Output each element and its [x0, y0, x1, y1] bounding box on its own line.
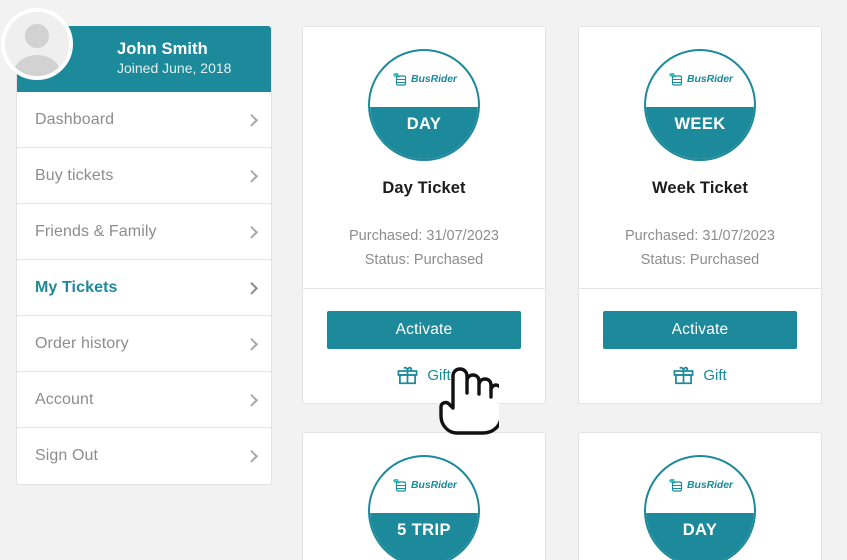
ticket-card-footer: Activate Gift	[303, 288, 545, 403]
app-root: John Smith Joined June, 2018 Dashboard Bu…	[0, 0, 847, 560]
busrider-logo-icon	[393, 478, 407, 492]
ticket-badge-type-area: 5 TRIP	[370, 513, 478, 560]
activate-button[interactable]: Activate	[327, 311, 521, 349]
brand-logo-text: BusRider	[687, 73, 733, 85]
ticket-purchased-date: Purchased: 31/07/2023	[625, 228, 775, 244]
gift-icon	[673, 366, 694, 385]
avatar	[1, 8, 73, 80]
gift-icon	[397, 366, 418, 385]
sidebar-item-label: Friends & Family	[35, 222, 157, 240]
sidebar-item-label: My Tickets	[35, 278, 118, 296]
sidebar-item-buy-tickets[interactable]: Buy tickets	[17, 148, 271, 204]
sidebar-user-header: John Smith Joined June, 2018	[1, 8, 271, 92]
gift-button[interactable]: Gift	[603, 366, 797, 385]
ticket-badge-logo-area: BusRider	[370, 51, 478, 107]
ticket-title: Day Ticket	[382, 179, 466, 197]
ticket-badge-logo-area: BusRider	[646, 457, 754, 513]
chevron-right-icon	[245, 281, 259, 295]
ticket-title: Week Ticket	[652, 179, 748, 197]
ticket-badge: BusRider DAY	[644, 455, 756, 560]
ticket-badge-type-area: DAY	[370, 107, 478, 159]
gift-button-label: Gift	[703, 367, 727, 384]
sidebar-item-label: Account	[35, 390, 94, 408]
ticket-card[interactable]: BusRider DAY	[578, 432, 822, 560]
sidebar: John Smith Joined June, 2018 Dashboard Bu…	[1, 8, 272, 485]
chevron-right-icon	[245, 337, 259, 351]
brand-logo: BusRider	[667, 478, 733, 493]
ticket-purchased-date: Purchased: 31/07/2023	[349, 228, 499, 244]
ticket-badge: BusRider DAY	[368, 49, 480, 161]
ticket-card-grid: BusRider DAY Day Ticket Purchased: 31/07/20…	[302, 26, 826, 560]
ticket-card[interactable]: BusRider WEEK Week Ticket Purchased: 31/07/…	[578, 26, 822, 404]
sidebar-item-my-tickets[interactable]: My Tickets	[17, 260, 271, 316]
sidebar-item-label: Buy tickets	[35, 166, 114, 184]
sidebar-item-label: Order history	[35, 334, 129, 352]
gift-button[interactable]: Gift	[327, 366, 521, 385]
ticket-badge-type: DAY	[682, 521, 718, 539]
activate-button[interactable]: Activate	[603, 311, 797, 349]
chevron-right-icon	[245, 449, 259, 463]
user-joined-date: Joined June, 2018	[117, 60, 232, 76]
user-placeholder-icon	[5, 12, 69, 76]
ticket-card-footer: Activate Gift	[579, 288, 821, 403]
ticket-status: Status: Purchased	[364, 252, 484, 268]
brand-logo-text: BusRider	[411, 73, 457, 85]
sidebar-item-account[interactable]: Account	[17, 372, 271, 428]
sidebar-item-order-history[interactable]: Order history	[17, 316, 271, 372]
chevron-right-icon	[245, 225, 259, 239]
ticket-badge-type-area: WEEK	[646, 107, 754, 159]
ticket-card-body: BusRider WEEK Week Ticket Purchased: 31/07/…	[579, 27, 821, 288]
ticket-card-body: BusRider DAY Day Ticket Purchased: 31/07/20…	[303, 27, 545, 288]
ticket-meta: Purchased: 31/07/2023 Status: Purchased	[317, 224, 531, 272]
ticket-card[interactable]: BusRider DAY Day Ticket Purchased: 31/07/20…	[302, 26, 546, 404]
ticket-badge-type: DAY	[406, 115, 442, 133]
ticket-badge: BusRider 5 TRIP	[368, 455, 480, 560]
brand-logo: BusRider	[667, 72, 733, 87]
brand-logo-text: BusRider	[687, 479, 733, 491]
sidebar-item-label: Dashboard	[35, 110, 115, 128]
busrider-logo-icon	[393, 72, 407, 86]
busrider-logo-icon	[669, 478, 683, 492]
busrider-logo-icon	[669, 72, 683, 86]
sidebar-item-sign-out[interactable]: Sign Out	[17, 428, 271, 484]
ticket-card[interactable]: BusRider 5 TRIP	[302, 432, 546, 560]
ticket-badge-type-area: DAY	[646, 513, 754, 560]
chevron-right-icon	[245, 169, 259, 183]
sidebar-nav: Dashboard Buy tickets Friends & Family My T…	[17, 92, 271, 484]
sidebar-item-dashboard[interactable]: Dashboard	[17, 92, 271, 148]
gift-button-label: Gift	[427, 367, 451, 384]
brand-logo-text: BusRider	[411, 479, 457, 491]
chevron-right-icon	[245, 113, 259, 127]
user-info: John Smith Joined June, 2018	[117, 40, 231, 78]
ticket-status: Status: Purchased	[640, 252, 760, 268]
ticket-badge: BusRider WEEK	[644, 49, 756, 161]
brand-logo: BusRider	[391, 478, 457, 493]
ticket-card-body: BusRider DAY	[579, 433, 821, 560]
ticket-badge-type: WEEK	[674, 115, 726, 133]
sidebar-item-label: Sign Out	[35, 447, 99, 464]
ticket-badge-logo-area: BusRider	[646, 51, 754, 107]
chevron-right-icon	[245, 393, 259, 407]
brand-logo: BusRider	[391, 72, 457, 87]
sidebar-item-friends-family[interactable]: Friends & Family	[17, 204, 271, 260]
ticket-badge-logo-area: BusRider	[370, 457, 478, 513]
ticket-meta: Purchased: 31/07/2023 Status: Purchased	[593, 224, 807, 272]
ticket-card-body: BusRider 5 TRIP	[303, 433, 545, 560]
user-name: John Smith	[117, 40, 208, 58]
ticket-badge-type: 5 TRIP	[397, 521, 451, 539]
